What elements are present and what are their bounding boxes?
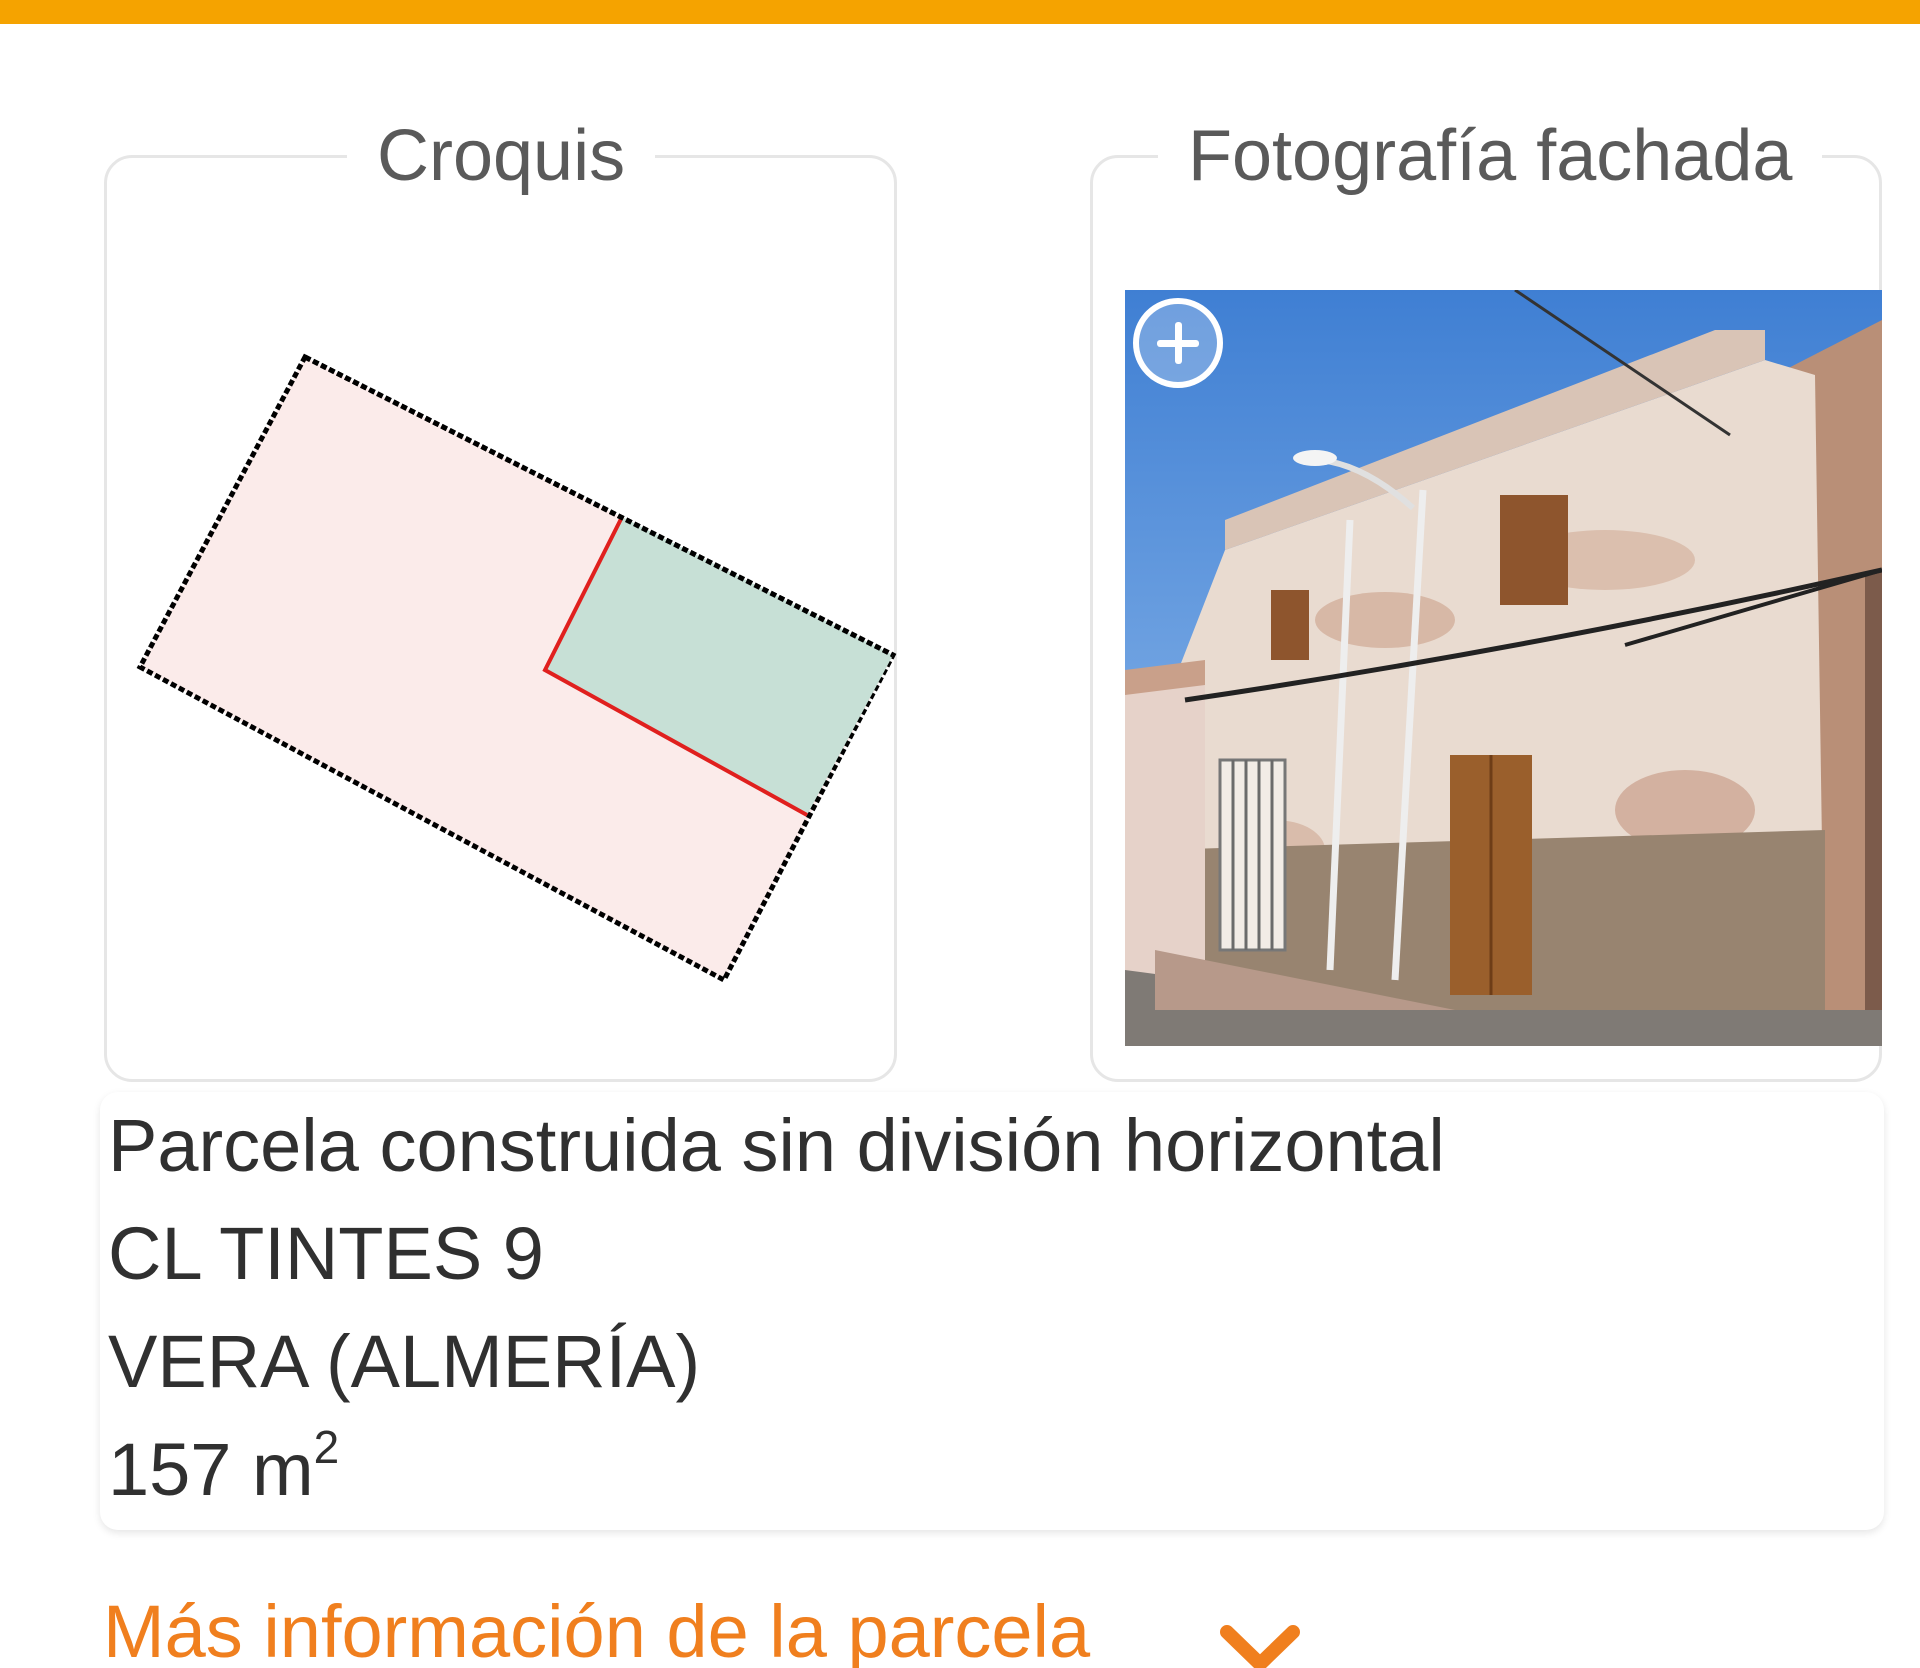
parcel-area-value: 157 m [108,1428,314,1511]
parcel-municipality: VERA (ALMERÍA) [108,1320,701,1403]
more-info-link[interactable]: Más información de la parcela [103,1582,1090,1668]
facade-photo-title: Fotografía fachada [1158,106,1823,206]
chevron-down-icon[interactable] [1215,1620,1305,1668]
parcel-area: 157 m2 [108,1416,1884,1524]
cadastre-parcel-page: Croquis Fotografía fachada Parcela const… [0,0,1920,1668]
parcel-area-unit-exponent: 2 [313,1421,340,1473]
parcel-info-card: Parcela construida sin división horizont… [100,1092,1884,1530]
zoom-in-icon[interactable] [1133,298,1223,388]
facade-photo[interactable] [1125,290,1882,1046]
parcel-address: CL TINTES 9 [108,1212,544,1295]
facade-photo-image [1125,290,1882,1046]
parcel-type: Parcela construida sin división horizont… [108,1104,1445,1187]
